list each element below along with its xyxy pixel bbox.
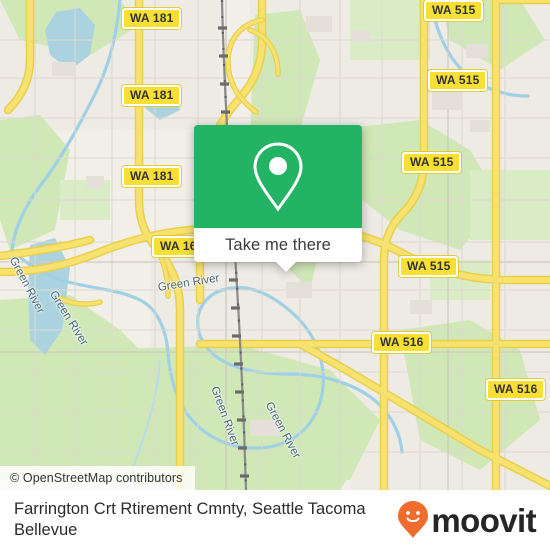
highway-shield: WA 515 xyxy=(428,70,488,91)
highway-shield: WA 181 xyxy=(122,166,182,187)
location-callout-card[interactable]: Take me there xyxy=(194,125,362,272)
highway-shield: WA 515 xyxy=(399,256,459,277)
map-screenshot: WA 181 WA 181 WA 181 WA 16 WA 515 WA 515… xyxy=(0,0,550,550)
moovit-smiley-pin-icon xyxy=(398,501,429,538)
map-canvas[interactable]: WA 181 WA 181 WA 181 WA 16 WA 515 WA 515… xyxy=(0,0,550,490)
callout-tail xyxy=(275,261,297,272)
callout-image-area xyxy=(194,125,362,228)
highway-shield: WA 181 xyxy=(122,8,182,29)
highway-shield: WA 181 xyxy=(122,85,182,106)
callout-action-area[interactable]: Take me there xyxy=(194,228,362,262)
moovit-logo[interactable]: moovit xyxy=(397,500,537,540)
footer-bar: Farrington Crt Rtirement Cmnty, Seattle … xyxy=(0,490,550,550)
highway-shield: WA 516 xyxy=(372,332,432,353)
highway-shield: WA 516 xyxy=(486,379,546,400)
map-pin-icon xyxy=(253,141,303,212)
osm-attribution[interactable]: © OpenStreetMap contributors xyxy=(0,466,195,490)
take-me-there-label: Take me there xyxy=(225,235,331,254)
highway-shield: WA 515 xyxy=(424,0,484,21)
moovit-wordmark: moovit xyxy=(431,501,536,539)
osm-attribution-text: © OpenStreetMap contributors xyxy=(10,471,183,485)
location-title: Farrington Crt Rtirement Cmnty, Seattle … xyxy=(14,500,366,539)
highway-shield: WA 515 xyxy=(402,152,462,173)
